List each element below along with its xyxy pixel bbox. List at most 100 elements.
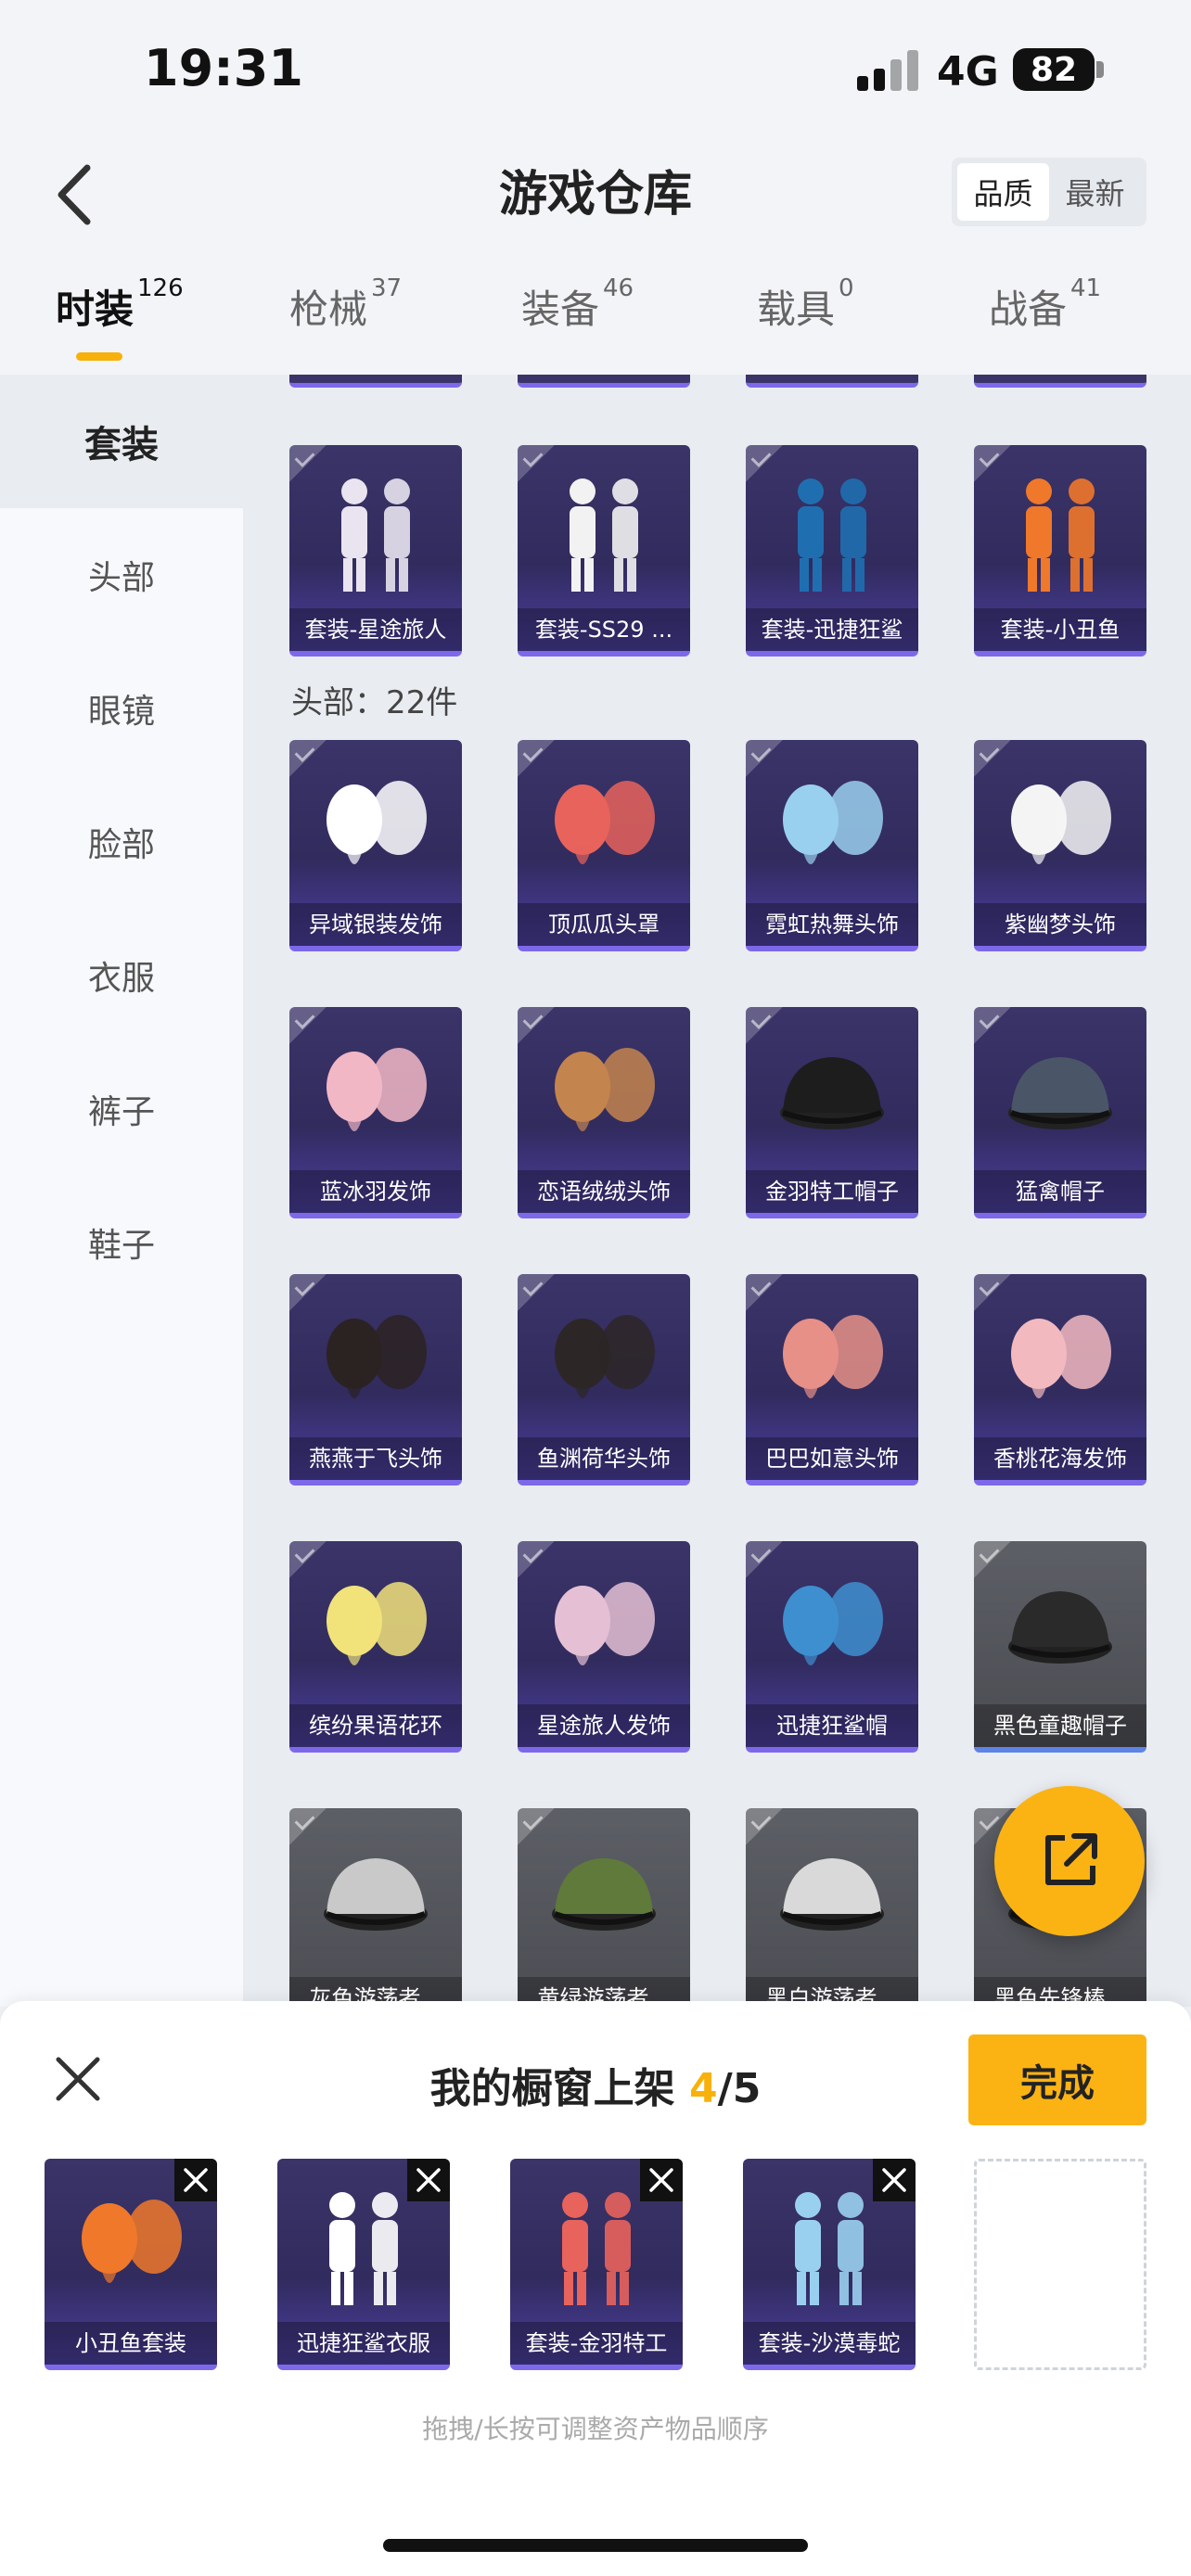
item-label: 霓虹热舞头饰 <box>746 903 918 946</box>
item-card[interactable]: 迅捷狂鲨帽 <box>746 1541 918 1753</box>
item-card[interactable]: 套装-星途旅人 <box>289 445 462 657</box>
tab-vehicles[interactable]: 载具 0 <box>757 274 854 335</box>
tab-label: 战备 <box>989 287 1068 332</box>
sidebar-item-face[interactable]: 脸部 <box>0 775 243 909</box>
item-card[interactable]: 鱼渊荷华头饰 <box>518 1274 690 1486</box>
item-card[interactable]: 顶瓜瓜头罩 <box>518 740 690 951</box>
battery-tip <box>1096 61 1104 78</box>
item-card-partial[interactable] <box>746 375 918 388</box>
item-label: 迅捷狂鲨帽 <box>746 1704 918 1747</box>
item-label: 套装-小丑鱼 <box>974 608 1146 651</box>
item-card[interactable]: 巴巴如意头饰 <box>746 1274 918 1486</box>
check-icon <box>289 1541 327 1578</box>
share-external-icon <box>1045 1833 1097 1885</box>
check-icon <box>746 1808 783 1845</box>
item-card[interactable]: 紫幽梦头饰 <box>974 740 1146 951</box>
item-card[interactable]: 套装-小丑鱼 <box>974 445 1146 657</box>
item-card-partial[interactable] <box>974 375 1146 388</box>
item-card[interactable]: 黑白游荡者... <box>746 1808 918 2007</box>
remove-slot-button[interactable] <box>640 2159 683 2201</box>
item-label: 异域银装发饰 <box>289 903 462 946</box>
check-icon <box>289 1808 327 1845</box>
battery-level: 82 <box>1030 50 1078 89</box>
item-card[interactable]: 燕燕于飞头饰 <box>289 1274 462 1486</box>
showcase-slot[interactable]: 套装-沙漠毒蛇 <box>743 2159 916 2370</box>
item-card[interactable]: 星途旅人发饰 <box>518 1541 690 1753</box>
item-card[interactable]: 黑色童趣帽子 <box>974 1541 1146 1753</box>
item-card[interactable]: 恋语绒绒头饰 <box>518 1007 690 1218</box>
slot-label: 套装-金羽特工 <box>510 2322 683 2365</box>
done-button[interactable]: 完成 <box>968 2034 1146 2125</box>
share-button[interactable] <box>994 1786 1145 1936</box>
close-icon <box>416 2168 441 2192</box>
item-card[interactable]: 霓虹热舞头饰 <box>746 740 918 951</box>
check-icon <box>974 740 1011 777</box>
item-label: 鱼渊荷华头饰 <box>518 1437 690 1480</box>
item-card-partial[interactable] <box>289 375 462 388</box>
sort-quality-button[interactable]: 品质 <box>957 163 1049 221</box>
tab-label: 载具 <box>757 287 836 332</box>
item-card[interactable]: 异域银装发饰 <box>289 740 462 951</box>
empty-slot[interactable] <box>974 2159 1146 2370</box>
remove-slot-button[interactable] <box>873 2159 916 2201</box>
remove-slot-button[interactable] <box>407 2159 450 2201</box>
check-icon <box>746 740 783 777</box>
check-icon <box>746 1274 783 1311</box>
check-icon <box>289 1274 327 1311</box>
item-label: 香桃花海发饰 <box>974 1437 1146 1480</box>
item-label: 套装-星途旅人 <box>289 608 462 651</box>
item-card[interactable]: 套装-SS29 ... <box>518 445 690 657</box>
check-icon <box>518 1541 555 1578</box>
item-label: 套装-迅捷狂鲨 <box>746 608 918 651</box>
sidebar-item-suits[interactable]: 套装 <box>0 375 243 508</box>
tab-supplies[interactable]: 战备 41 <box>989 274 1101 335</box>
showcase-slot[interactable]: 小丑鱼套装 <box>45 2159 217 2370</box>
item-card[interactable]: 套装-迅捷狂鲨 <box>746 445 918 657</box>
close-icon <box>184 2168 208 2192</box>
item-label: 巴巴如意头饰 <box>746 1437 918 1480</box>
check-icon <box>518 445 555 482</box>
item-label: 顶瓜瓜头罩 <box>518 903 690 946</box>
sidebar-item-shoes[interactable]: 鞋子 <box>0 1176 243 1309</box>
item-card[interactable]: 灰色游荡者... <box>289 1808 462 2007</box>
item-card[interactable]: 蓝冰羽发饰 <box>289 1007 462 1218</box>
sort-newest-button[interactable]: 最新 <box>1049 163 1141 221</box>
slot-label: 小丑鱼套装 <box>45 2322 217 2365</box>
item-label: 金羽特工帽子 <box>746 1170 918 1213</box>
check-icon <box>974 1007 1011 1044</box>
nav-bar: 游戏仓库 品质 最新 <box>0 139 1191 250</box>
check-icon <box>518 740 555 777</box>
category-tabs: 时装 126 枪械 37 装备 46 载具 0 战备 41 <box>0 269 1191 371</box>
showcase-slot[interactable]: 迅捷狂鲨衣服 <box>277 2159 450 2370</box>
item-card[interactable]: 缤纷果语花环 <box>289 1541 462 1753</box>
sidebar-item-clothes[interactable]: 衣服 <box>0 909 243 1042</box>
sidebar-item-pants[interactable]: 裤子 <box>0 1042 243 1176</box>
tab-count: 41 <box>1070 274 1102 302</box>
sidebar-item-head[interactable]: 头部 <box>0 508 243 642</box>
tab-guns[interactable]: 枪械 37 <box>289 274 402 335</box>
tab-fashion[interactable]: 时装 126 <box>56 274 184 335</box>
item-card[interactable]: 香桃花海发饰 <box>974 1274 1146 1486</box>
check-icon <box>746 1541 783 1578</box>
head-section-label: 头部：22件 <box>291 684 458 721</box>
tab-count: 37 <box>371 274 403 302</box>
slot-label: 套装-沙漠毒蛇 <box>743 2322 916 2365</box>
item-card-partial[interactable] <box>518 375 690 388</box>
sort-toggle: 品质 最新 <box>952 158 1146 226</box>
sidebar-item-glasses[interactable]: 眼镜 <box>0 642 243 775</box>
status-bar: 19:31 4G 82 <box>0 0 1191 139</box>
remove-slot-button[interactable] <box>174 2159 217 2201</box>
home-indicator <box>383 2539 808 2552</box>
item-card[interactable]: 金羽特工帽子 <box>746 1007 918 1218</box>
item-card[interactable]: 猛禽帽子 <box>974 1007 1146 1218</box>
tab-label: 枪械 <box>289 287 368 332</box>
item-label: 套装-SS29 ... <box>518 608 690 651</box>
sidebar: 套装 头部 眼镜 脸部 衣服 裤子 鞋子 <box>0 375 243 2007</box>
item-card[interactable]: 黄绿游荡者... <box>518 1808 690 2007</box>
back-button[interactable] <box>37 158 111 232</box>
showcase-slot[interactable]: 套装-金羽特工 <box>510 2159 683 2370</box>
chevron-left-icon <box>58 164 91 225</box>
item-label: 燕燕于飞头饰 <box>289 1437 462 1480</box>
showcase-panel: 我的橱窗上架 4/5 完成 小丑鱼套装 迅捷狂鲨衣服 套装-金羽特工 套装-沙漠毒蛇 … <box>0 2001 1191 2576</box>
tab-equipment[interactable]: 装备 46 <box>521 274 634 335</box>
